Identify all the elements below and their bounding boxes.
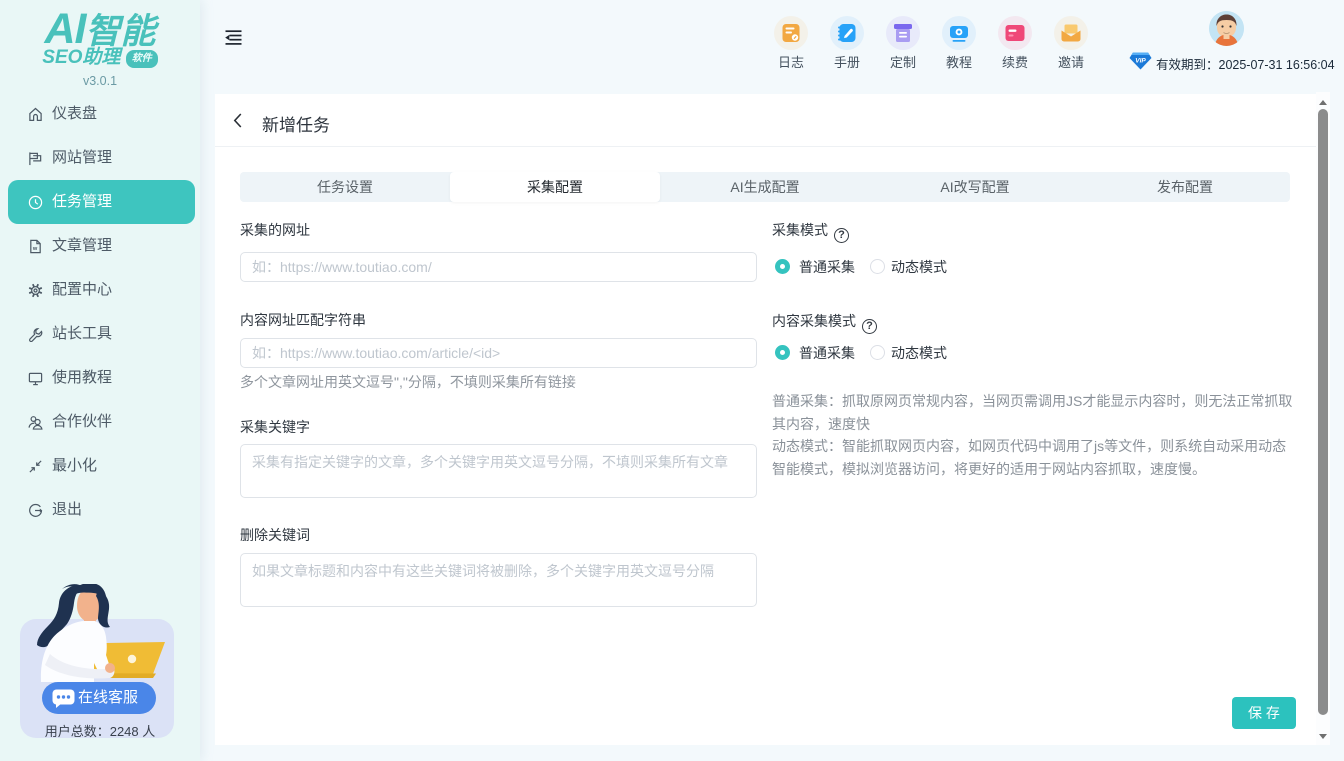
svg-text:w: w	[32, 246, 38, 252]
svg-text:VIP: VIP	[1135, 58, 1146, 65]
